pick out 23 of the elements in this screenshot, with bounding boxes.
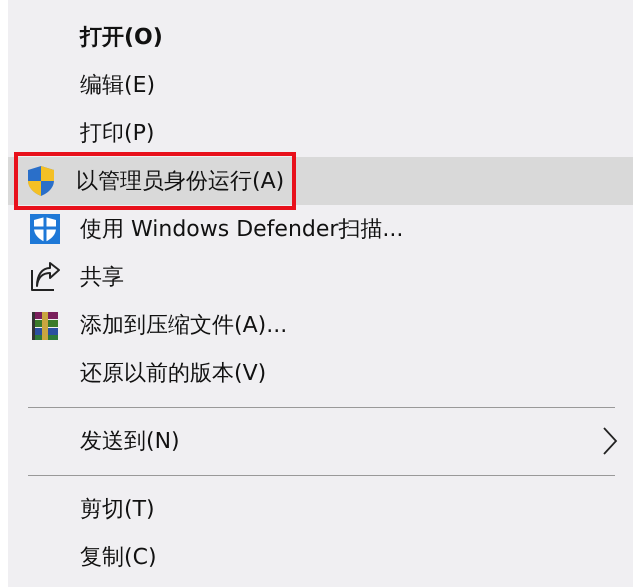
menu-item[interactable]: 以管理员身份运行(A) bbox=[8, 152, 633, 210]
menu-item[interactable]: 添加到压缩文件(A)... bbox=[8, 301, 633, 349]
menu-item[interactable]: 打开(O) bbox=[8, 13, 633, 61]
menu-item-label: 使用 Windows Defender扫描... bbox=[80, 216, 404, 244]
menu-item-label: 以管理员身份运行(A) bbox=[76, 168, 284, 196]
share-icon bbox=[28, 260, 62, 294]
menu-item[interactable]: 发送到(N) bbox=[8, 417, 633, 465]
menu-item-label: 发送到(N) bbox=[80, 428, 180, 456]
menu-item[interactable]: 还原以前的版本(V) bbox=[8, 349, 633, 397]
menu-item[interactable]: 编辑(E) bbox=[8, 61, 633, 109]
menu-item-label: 共享 bbox=[80, 264, 124, 292]
menu-item-label: 打开(O) bbox=[80, 24, 163, 52]
menu-item-label: 复制(C) bbox=[80, 544, 157, 572]
menu-item-label: 添加到压缩文件(A)... bbox=[80, 312, 288, 340]
menu-item[interactable]: 共享 bbox=[8, 253, 633, 301]
menu-item-label: 还原以前的版本(V) bbox=[80, 360, 266, 388]
menu-item-label: 打印(P) bbox=[80, 120, 154, 148]
menu-item-label: 编辑(E) bbox=[80, 72, 156, 100]
chevron-icon bbox=[601, 426, 619, 456]
menu-item-label: 剪切(T) bbox=[80, 496, 155, 524]
menu-item[interactable]: 复制(C) bbox=[8, 533, 633, 581]
menu-item[interactable]: 剪切(T) bbox=[8, 485, 633, 533]
shield-icon bbox=[28, 212, 62, 246]
